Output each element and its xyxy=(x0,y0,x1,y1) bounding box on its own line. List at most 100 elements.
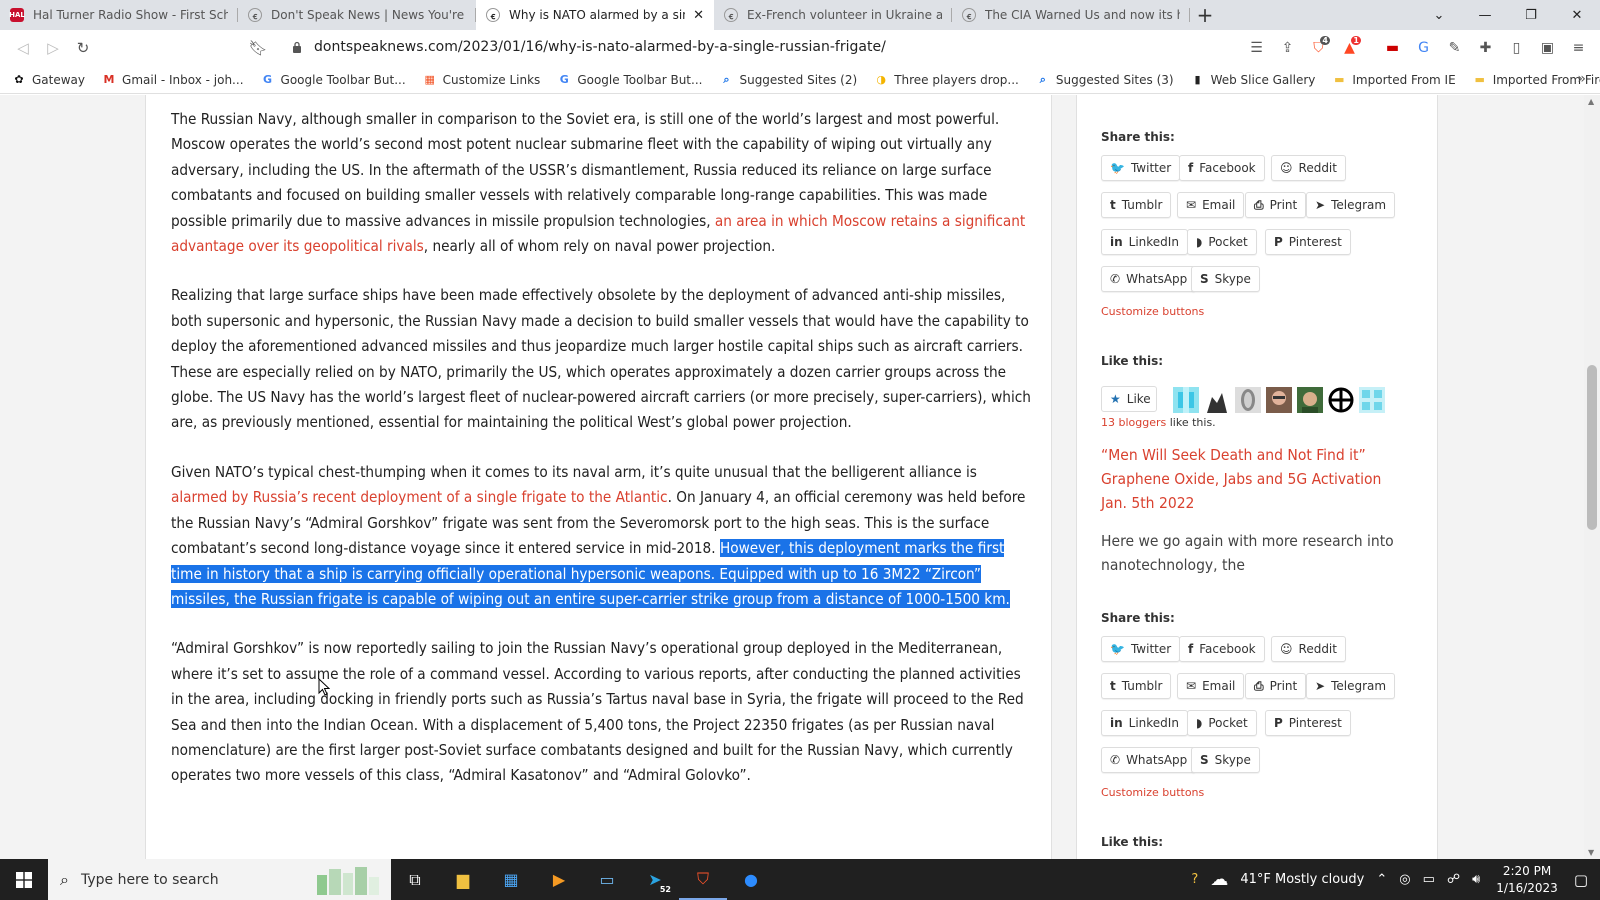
tab-4[interactable]: ꞓThe CIA Warned Us and now its here xyxy=(952,0,1190,30)
share-reddit-button[interactable]: ☺ Reddit xyxy=(1271,636,1346,662)
share-facebook-button[interactable]: f Facebook xyxy=(1179,636,1265,662)
telegram-taskbar-icon[interactable]: ➤ 52 xyxy=(631,859,679,900)
brave-rewards-icon[interactable]: ▲ 1 xyxy=(1334,34,1365,62)
related-post-link[interactable]: “Men Will Seek Death and Not Find it” Gr… xyxy=(1101,443,1401,515)
customize-buttons-link[interactable]: Customize buttons xyxy=(1101,786,1204,799)
zoom-taskbar-icon[interactable]: ● xyxy=(727,859,775,900)
avatar[interactable] xyxy=(1266,387,1292,413)
back-button[interactable]: ◁ xyxy=(8,34,38,62)
tab-0[interactable]: HALHal Turner Radio Show - First Schwab xyxy=(0,0,238,30)
customize-buttons-link[interactable]: Customize buttons xyxy=(1101,305,1204,318)
share-skype-button[interactable]: S Skype xyxy=(1191,747,1260,773)
bookmark-item[interactable]: ▮ Web Slice Gallery xyxy=(1191,73,1316,87)
weather-text[interactable]: 41°F Mostly cloudy xyxy=(1240,872,1364,887)
share-reddit-button[interactable]: ☺ Reddit xyxy=(1271,155,1346,181)
network-icon[interactable]: ▭ xyxy=(1423,872,1435,887)
show-hidden-icons-icon[interactable]: ⌃ xyxy=(1376,872,1387,887)
lock-icon[interactable] xyxy=(292,41,302,53)
scroll-down-icon[interactable]: ▼ xyxy=(1588,848,1594,857)
onedrive-icon[interactable]: ☍ xyxy=(1447,872,1460,887)
bookmark-page-icon[interactable]: 🔖︎ xyxy=(243,34,273,62)
share-print-button[interactable]: ⎙ Print xyxy=(1245,192,1307,218)
tab-2[interactable]: ꞓWhy is NATO alarmed by a single✕ xyxy=(476,0,714,30)
restore-button[interactable]: ❐ xyxy=(1508,0,1554,30)
share-twitter-button[interactable]: 🐦 Twitter xyxy=(1101,636,1181,662)
minimize-button[interactable]: — xyxy=(1462,0,1508,30)
share-linkedin-button[interactable]: in LinkedIn xyxy=(1101,229,1188,255)
microsoft-store-icon[interactable]: ▦ xyxy=(487,859,535,900)
notifications-icon[interactable]: ▢ xyxy=(1574,871,1588,889)
share-icon[interactable]: ⇪ xyxy=(1272,34,1303,62)
share-email-button[interactable]: ✉ Email xyxy=(1177,192,1245,218)
brave-shields-icon[interactable]: ⛉ 4 xyxy=(1303,34,1334,62)
camera-icon[interactable]: ◎ xyxy=(1399,872,1410,887)
share-twitter-button[interactable]: 🐦 Twitter xyxy=(1101,155,1181,181)
share-linkedin-button[interactable]: in LinkedIn xyxy=(1101,710,1188,736)
tab-3[interactable]: ꞓEx-French volunteer in Ukraine asks fo xyxy=(714,0,952,30)
reader-mode-icon[interactable]: ☰ xyxy=(1241,34,1272,62)
share-print-button[interactable]: ⎙ Print xyxy=(1245,673,1307,699)
bookmark-item[interactable]: ⌕ Suggested Sites (2) xyxy=(719,73,857,87)
share-email-button[interactable]: ✉ Email xyxy=(1177,673,1245,699)
avatar[interactable] xyxy=(1297,387,1323,413)
share-tumblr-button[interactable]: t Tumblr xyxy=(1101,673,1172,699)
scroll-up-icon[interactable]: ▲ xyxy=(1588,97,1594,106)
avatar[interactable] xyxy=(1359,387,1385,413)
file-explorer-icon[interactable]: ▆ xyxy=(439,859,487,900)
avatar[interactable] xyxy=(1328,387,1354,413)
pen-extension-icon[interactable]: ✎ xyxy=(1439,34,1470,62)
share-facebook-button[interactable]: f Facebook xyxy=(1179,155,1265,181)
bookmark-item[interactable]: ▬ Imported From IE xyxy=(1332,73,1456,87)
share-telegram-button[interactable]: ➤ Telegram xyxy=(1306,673,1396,699)
new-tab-button[interactable]: + xyxy=(1190,0,1220,30)
bookmark-item[interactable]: M Gmail - Inbox - joh... xyxy=(102,73,244,87)
clock[interactable]: 2:20 PM 1/16/2023 xyxy=(1496,863,1558,897)
bookmark-item[interactable]: ⌕ Suggested Sites (3) xyxy=(1036,73,1174,87)
share-tumblr-button[interactable]: t Tumblr xyxy=(1101,192,1172,218)
start-button[interactable] xyxy=(0,859,48,900)
bookmark-item[interactable]: G Google Toolbar But... xyxy=(261,73,406,87)
link-frigate-atlantic[interactable]: alarmed by Russia’s recent deployment of… xyxy=(171,488,668,506)
extensions-puzzle-icon[interactable]: ✚ xyxy=(1470,34,1501,62)
page-scrollbar[interactable]: ▲ ▼ xyxy=(1584,95,1600,859)
tab-1[interactable]: ꞓDon't Speak News | News You're Not xyxy=(238,0,476,30)
bookmark-item[interactable]: ✿ Gateway xyxy=(12,73,85,87)
share-whatsapp-button[interactable]: ✆ WhatsApp xyxy=(1101,266,1197,292)
share-whatsapp-button[interactable]: ✆ WhatsApp xyxy=(1101,747,1197,773)
translate-extension-icon[interactable]: G xyxy=(1408,34,1439,62)
share-skype-button[interactable]: S Skype xyxy=(1191,266,1260,292)
share-pinterest-button[interactable]: P Pinterest xyxy=(1265,229,1351,255)
bookmark-item[interactable]: G Google Toolbar But... xyxy=(557,73,703,87)
avatar[interactable] xyxy=(1173,387,1199,413)
bookmark-item[interactable]: ◑ Three players drop... xyxy=(874,73,1018,87)
weather-icon[interactable]: ☁ xyxy=(1210,869,1228,890)
forward-button[interactable]: ▷ xyxy=(38,34,68,62)
reload-button[interactable]: ↻ xyxy=(68,34,98,62)
bloggers-link[interactable]: 13 bloggers xyxy=(1101,416,1166,429)
lastpass-extension-icon[interactable]: ▬ xyxy=(1377,34,1408,62)
close-window-button[interactable]: ✕ xyxy=(1554,0,1600,30)
share-pocket-button[interactable]: ◗ Pocket xyxy=(1187,229,1257,255)
app-window-icon[interactable]: ▭ xyxy=(583,859,631,900)
brave-taskbar-icon[interactable]: ⛉ xyxy=(679,859,727,900)
menu-icon[interactable]: ≡ xyxy=(1563,34,1594,62)
help-icon[interactable]: ? xyxy=(1191,872,1198,887)
address-bar[interactable]: dontspeaknews.com/2023/01/16/why-is-nato… xyxy=(314,39,886,55)
scrollbar-thumb[interactable] xyxy=(1587,365,1597,530)
avatar[interactable] xyxy=(1204,387,1230,413)
share-pinterest-button[interactable]: P Pinterest xyxy=(1265,710,1351,736)
more-bookmarks-icon[interactable]: » xyxy=(1577,71,1586,87)
task-view-icon[interactable]: ⧉ xyxy=(391,859,439,900)
share-pocket-button[interactable]: ◗ Pocket xyxy=(1187,710,1257,736)
volume-icon[interactable]: 🔊︎ xyxy=(1472,872,1480,887)
like-button[interactable]: ★ Like xyxy=(1101,386,1157,412)
taskbar-search[interactable]: ⌕ Type here to search xyxy=(48,859,391,900)
sidebar-toggle-icon[interactable]: ▯ xyxy=(1501,34,1532,62)
close-tab-icon[interactable]: ✕ xyxy=(693,8,704,23)
media-player-icon[interactable]: ▶ xyxy=(535,859,583,900)
tab-search-chevron-icon[interactable]: ⌄ xyxy=(1416,0,1462,30)
share-telegram-button[interactable]: ➤ Telegram xyxy=(1306,192,1396,218)
wallet-icon[interactable]: ▣ xyxy=(1532,34,1563,62)
bookmark-item[interactable]: ▦ Customize Links xyxy=(423,73,540,87)
avatar[interactable] xyxy=(1235,387,1261,413)
